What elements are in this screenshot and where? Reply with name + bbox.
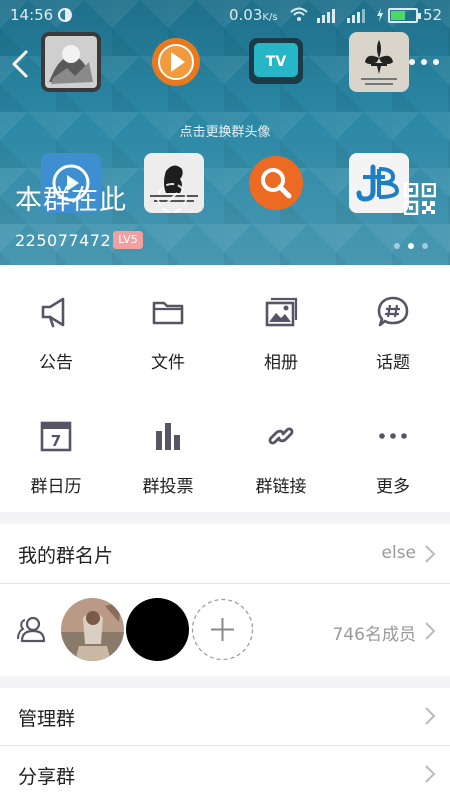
members-icon bbox=[17, 616, 46, 643]
manage-group-label: 管理群 bbox=[18, 708, 76, 730]
qr-code-icon[interactable] bbox=[404, 183, 436, 215]
grid-item-label: 更多 bbox=[376, 477, 410, 497]
chevron-right-icon bbox=[425, 545, 436, 563]
member-avatar-2[interactable] bbox=[126, 598, 189, 661]
grid-item-calendar[interactable]: 7 群日历 bbox=[0, 389, 112, 499]
folder-icon bbox=[152, 301, 184, 325]
signal-icon-2 bbox=[347, 9, 365, 23]
calendar-icon: 7 bbox=[40, 421, 72, 452]
page-dot bbox=[394, 243, 400, 249]
chevron-right-icon bbox=[425, 707, 436, 725]
add-member-button[interactable] bbox=[191, 598, 254, 661]
battery-icon bbox=[388, 8, 421, 23]
grid-item-label: 群日历 bbox=[30, 477, 82, 497]
chevron-right-icon bbox=[425, 765, 436, 783]
grid-item-album[interactable]: 相册 bbox=[225, 265, 337, 375]
back-chevron-icon[interactable] bbox=[6, 44, 34, 84]
grid-item-label: 文件 bbox=[151, 353, 185, 373]
megaphone-icon bbox=[41, 297, 65, 328]
status-bar: 14:56 0.03K/s 52 bbox=[0, 0, 450, 30]
my-group-card-label: 我的群名片 bbox=[18, 545, 114, 567]
chevron-right-icon bbox=[425, 622, 436, 640]
share-group-row[interactable]: 分享群 bbox=[0, 746, 450, 800]
grid-item-label: 群链接 bbox=[255, 477, 307, 497]
charging-icon bbox=[377, 8, 383, 22]
group-name: 本群在此 bbox=[15, 185, 127, 216]
group-number: 225077472 bbox=[15, 231, 112, 250]
manage-group-row[interactable]: 管理群 bbox=[0, 688, 450, 745]
grid-item-more[interactable]: 更多 bbox=[337, 389, 449, 499]
edit-name-icon[interactable] bbox=[155, 181, 189, 215]
calendar-day: 7 bbox=[51, 432, 61, 450]
grid-item-label: 群投票 bbox=[142, 477, 194, 497]
members-row[interactable]: 746名成员 bbox=[0, 584, 450, 676]
grid-item-label: 话题 bbox=[376, 353, 410, 373]
svg-text:TV: TV bbox=[266, 54, 287, 70]
plus-icon bbox=[211, 618, 234, 641]
change-avatar-hint[interactable]: 点击更换群头像 bbox=[0, 121, 450, 140]
album-icon bbox=[265, 297, 298, 327]
grid-item-vote[interactable]: 群投票 bbox=[112, 389, 224, 499]
link-icon bbox=[268, 427, 294, 445]
jb-logo-app-icon[interactable] bbox=[349, 153, 409, 213]
vote-icon bbox=[156, 423, 180, 450]
topic-icon bbox=[377, 296, 409, 327]
grid-item-announcement[interactable]: 公告 bbox=[0, 265, 112, 375]
status-time: 14:56 bbox=[10, 6, 54, 24]
carousel-page-indicator bbox=[394, 243, 428, 249]
grid-item-label: 公告 bbox=[39, 353, 73, 373]
more-icon bbox=[379, 433, 407, 439]
member-count: 746名成员 bbox=[332, 625, 416, 645]
more-options-icon[interactable] bbox=[406, 52, 442, 72]
wifi-icon bbox=[290, 7, 308, 21]
member-avatar-1[interactable] bbox=[61, 598, 124, 661]
avatar-photo-1[interactable] bbox=[41, 32, 101, 92]
signal-icon bbox=[317, 9, 335, 23]
grid-item-files[interactable]: 文件 bbox=[112, 265, 224, 375]
fleur-de-lis-avatar[interactable] bbox=[349, 32, 409, 92]
my-group-card-value: else bbox=[381, 543, 417, 563]
page-dot bbox=[422, 243, 428, 249]
page-dot-active bbox=[408, 243, 414, 249]
grid-item-topic[interactable]: 话题 bbox=[337, 265, 449, 375]
grid-item-link[interactable]: 群链接 bbox=[225, 389, 337, 499]
signal-icons bbox=[290, 7, 384, 23]
dnd-icon bbox=[58, 8, 72, 22]
search-app-icon[interactable] bbox=[246, 153, 306, 213]
grid-item-label: 相册 bbox=[264, 353, 298, 373]
group-level-badge: LV5 bbox=[113, 231, 143, 249]
video-player-app-icon[interactable] bbox=[146, 32, 206, 92]
network-speed: 0.03K/s bbox=[229, 6, 278, 24]
my-group-card-row[interactable]: 我的群名片 else bbox=[0, 524, 450, 583]
share-group-label: 分享群 bbox=[18, 766, 76, 788]
battery-percent: 52 bbox=[423, 6, 443, 24]
tv-app-icon[interactable]: TV bbox=[246, 32, 306, 92]
feature-grid: 公告 文件 相册 话题 7 群日历 群投票 群链接 更多 bbox=[0, 265, 450, 512]
group-header[interactable]: 14:56 0.03K/s 52 TV 点击更换群头像 本群在此 2250774… bbox=[0, 0, 450, 265]
